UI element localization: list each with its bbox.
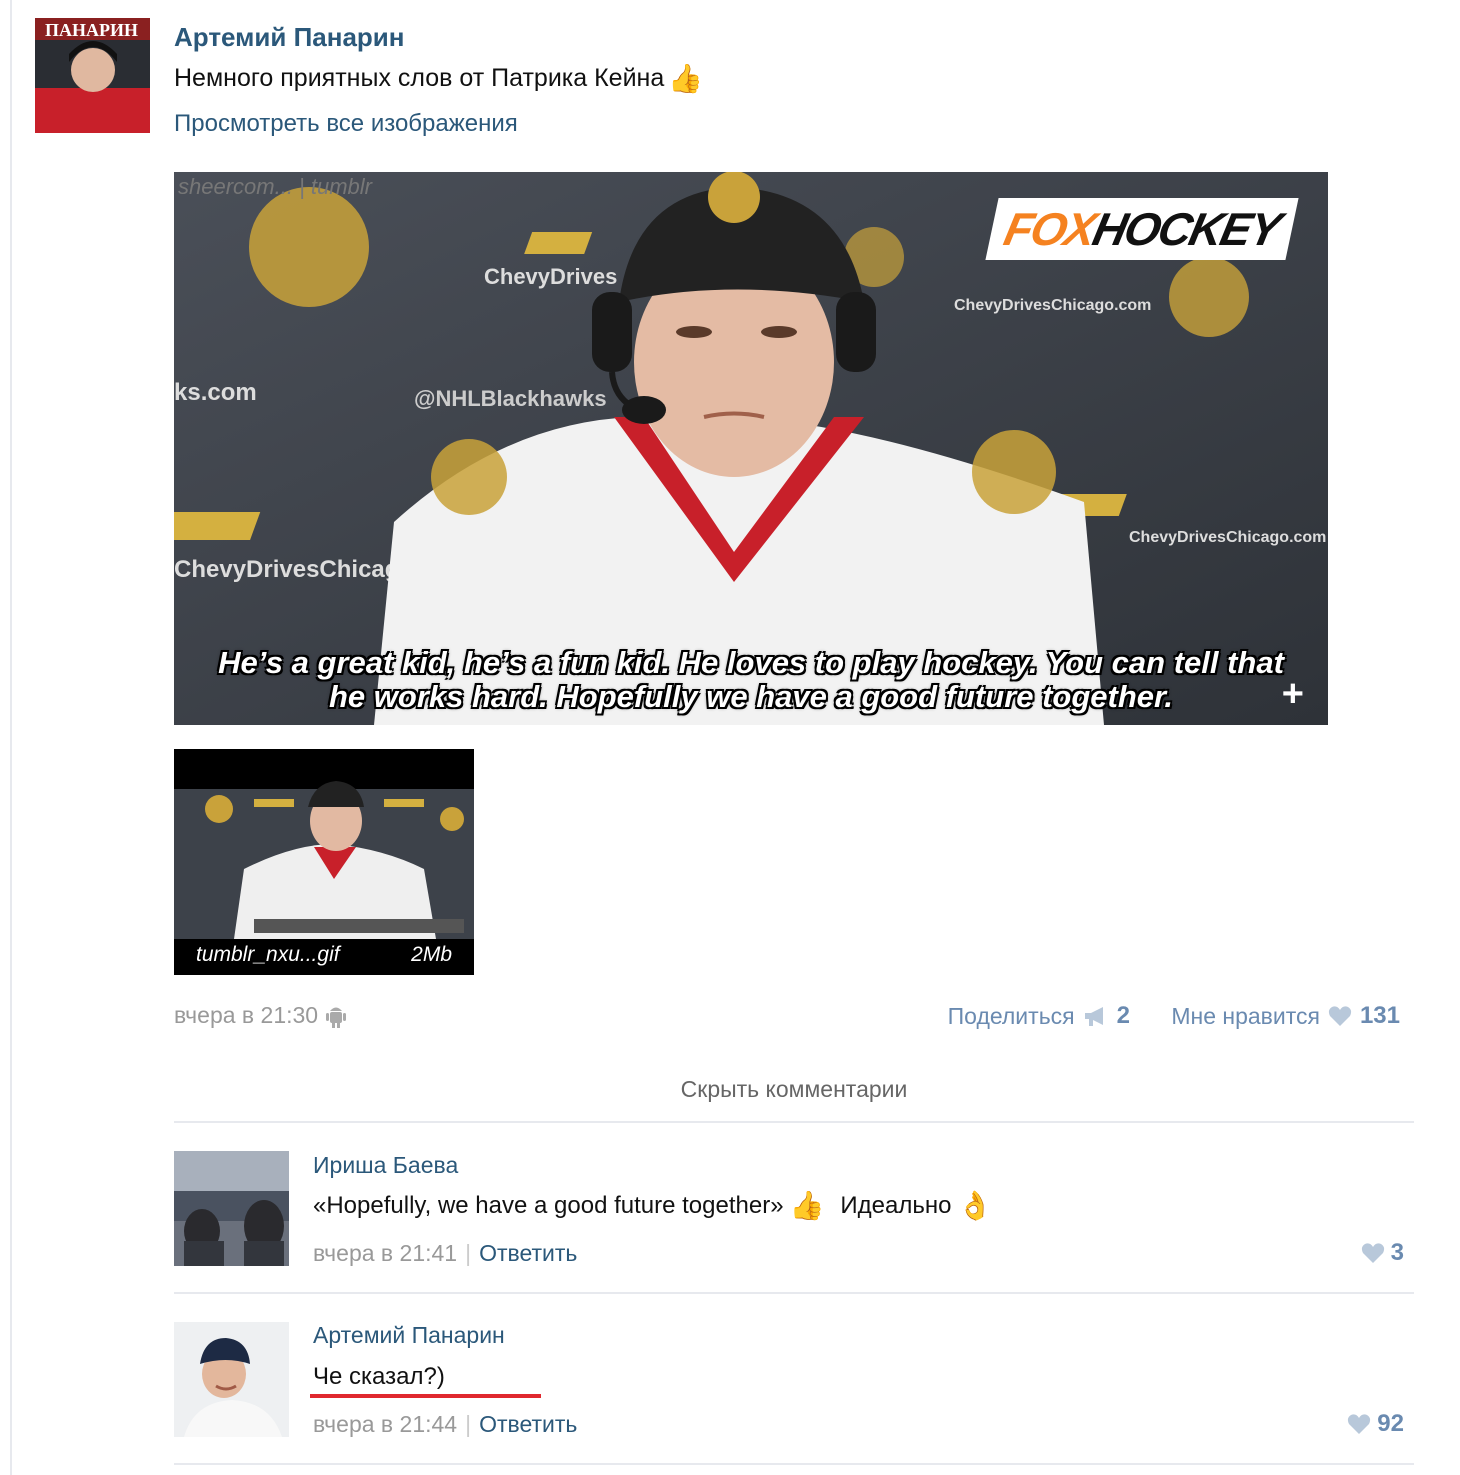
post-author-name[interactable]: Артемий Панарин bbox=[174, 22, 404, 53]
post-text-content: Немного приятных слов от Патрика Кейна bbox=[174, 64, 665, 92]
svg-text:ChevyDrives: ChevyDrives bbox=[484, 264, 617, 289]
view-all-images-link[interactable]: Просмотреть все изображения bbox=[174, 110, 518, 138]
comment-divider bbox=[174, 1463, 1414, 1465]
hide-comments-link[interactable]: Скрыть комментарии bbox=[0, 1076, 1460, 1103]
attachment-size: 2Mb bbox=[411, 943, 452, 966]
comment-like-button[interactable]: 3 bbox=[1361, 1239, 1404, 1267]
comment-text: «Hopefully, we have a good future togeth… bbox=[313, 1192, 992, 1220]
comment-like-count: 92 bbox=[1377, 1410, 1404, 1437]
comment-date[interactable]: вчера в 21:44 bbox=[313, 1411, 457, 1437]
svg-text:ks.com: ks.com bbox=[174, 379, 257, 406]
meta-separator: | bbox=[465, 1240, 472, 1266]
reply-link[interactable]: Ответить bbox=[479, 1240, 577, 1266]
ok-hand-icon: 👌 bbox=[957, 1190, 993, 1221]
subtitle-line-2: he works hard. Hopefully we have a good … bbox=[328, 679, 1174, 714]
comment-text-quote: «Hopefully, we have a good future togeth… bbox=[313, 1192, 784, 1219]
expand-plus-icon[interactable]: + bbox=[1282, 675, 1304, 713]
comments-divider bbox=[174, 1121, 1414, 1123]
author-avatar[interactable]: ПАНАРИН bbox=[35, 18, 150, 133]
svg-text:ПАНАРИН: ПАНАРИН bbox=[45, 20, 138, 40]
megaphone-icon bbox=[1084, 1007, 1103, 1026]
post-main-image[interactable]: ChevyDrives ks.com @NHLBlackhawks ChevyD… bbox=[174, 172, 1328, 725]
share-label: Поделиться bbox=[947, 1002, 1075, 1029]
comment-meta: вчера в 21:44 | Ответить bbox=[313, 1411, 577, 1438]
reply-link[interactable]: Ответить bbox=[479, 1411, 577, 1437]
comment-avatar[interactable] bbox=[174, 1322, 289, 1437]
share-count: 2 bbox=[1116, 1002, 1130, 1029]
comment-like-count: 3 bbox=[1390, 1239, 1404, 1266]
post-date-text[interactable]: вчера в 21:30 bbox=[174, 1002, 318, 1029]
comment-text-extra: Идеально bbox=[840, 1192, 952, 1219]
thumbs-up-icon: 👍 bbox=[789, 1190, 825, 1221]
gif-attachment[interactable]: tumblr_nxu...gif 2Mb bbox=[174, 749, 474, 975]
heart-icon bbox=[1361, 1243, 1384, 1263]
like-button[interactable]: Мне нравится 131 bbox=[1171, 1002, 1400, 1030]
android-icon bbox=[326, 1007, 347, 1028]
subtitle-line-1: He’s a great kid, he’s a fun kid. He lov… bbox=[218, 645, 1284, 680]
meta-separator: | bbox=[465, 1411, 472, 1437]
comment-date[interactable]: вчера в 21:41 bbox=[313, 1240, 457, 1266]
svg-text:@NHLBlackhawks: @NHLBlackhawks bbox=[414, 386, 607, 411]
thumbs-up-icon: 👍 bbox=[668, 62, 704, 94]
share-button[interactable]: Поделиться 2 bbox=[948, 1002, 1130, 1030]
comment-author-name[interactable]: Ириша Баева bbox=[313, 1152, 458, 1179]
image-subtitle: He’s a great kid, he’s a fun kid. He lov… bbox=[174, 646, 1328, 714]
heart-icon bbox=[1328, 1006, 1352, 1026]
image-watermark: sheercom... | tumblr bbox=[178, 174, 372, 199]
attachment-filename: tumblr_nxu...gif bbox=[196, 943, 340, 966]
comment-text-content: Че сказал?) bbox=[313, 1363, 445, 1390]
foxhockey-logo: FOX HOCKEY bbox=[985, 198, 1299, 260]
comment-divider bbox=[174, 1292, 1414, 1294]
red-underline-annotation bbox=[310, 1394, 541, 1398]
comment-author-name[interactable]: Артемий Панарин bbox=[313, 1322, 505, 1349]
post-date[interactable]: вчера в 21:30 bbox=[174, 1002, 347, 1029]
fox-logo-part1: FOX bbox=[999, 203, 1100, 255]
comment-meta: вчера в 21:41 | Ответить bbox=[313, 1240, 577, 1267]
like-count: 131 bbox=[1359, 1002, 1400, 1029]
left-border bbox=[10, 0, 12, 1475]
svg-text:ChevyDrivesChicago: ChevyDrivesChicago bbox=[174, 556, 414, 583]
fox-logo-part2: HOCKEY bbox=[1088, 203, 1285, 255]
heart-icon bbox=[1348, 1414, 1371, 1434]
comment-avatar[interactable] bbox=[174, 1151, 289, 1266]
post-text: Немного приятных слов от Патрика Кейна 👍 bbox=[174, 64, 703, 93]
comment-text: Че сказал?) bbox=[313, 1363, 445, 1391]
comment-like-button[interactable]: 92 bbox=[1347, 1410, 1404, 1438]
svg-text:ChevyDrivesChicago.com: ChevyDrivesChicago.com bbox=[1129, 529, 1326, 546]
like-label: Мне нравится bbox=[1171, 1002, 1320, 1029]
svg-text:ChevyDrivesChicago.com: ChevyDrivesChicago.com bbox=[954, 297, 1151, 314]
